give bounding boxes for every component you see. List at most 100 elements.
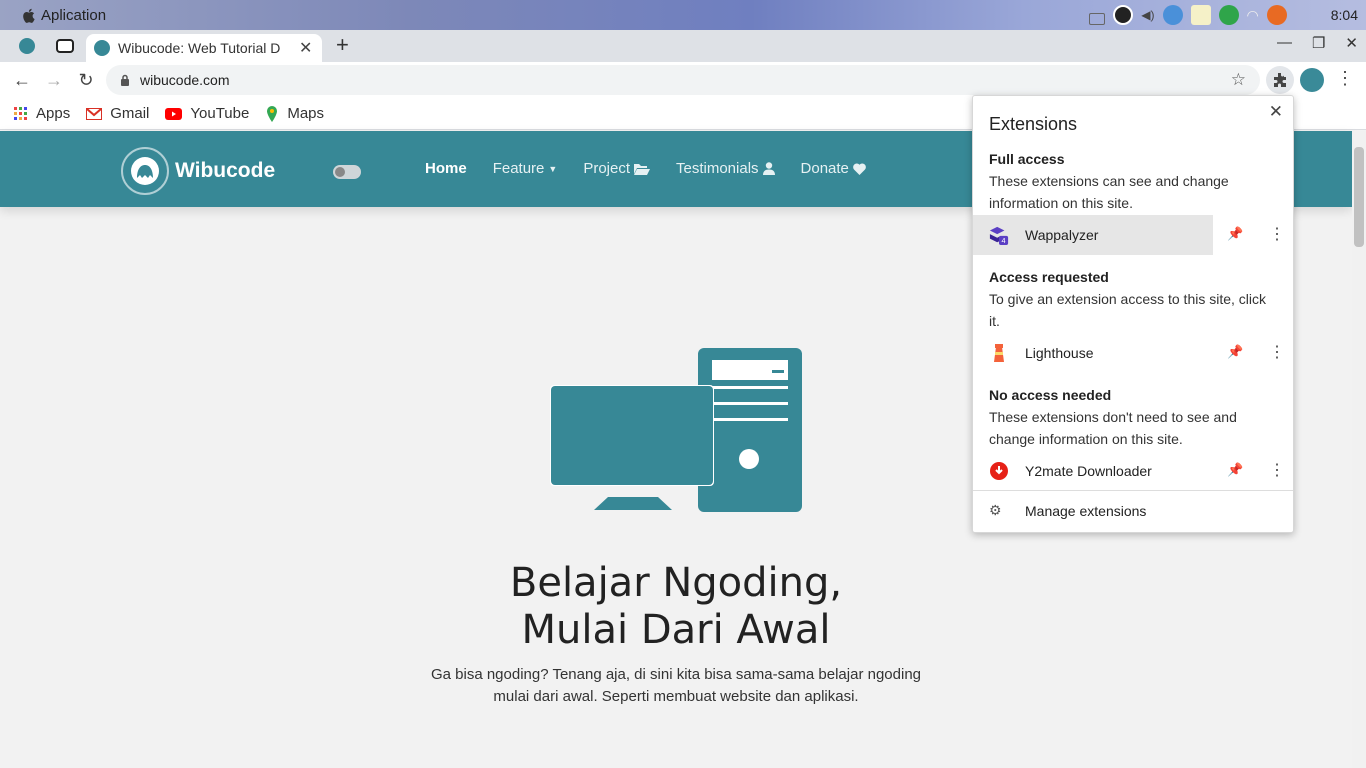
apple-icon [23,8,35,23]
tab-strip: Wibucode: Web Tutorial D ✕ + — ❐ ✕ [0,30,1366,62]
nav-testimonials-label: Testimonials [676,160,759,177]
panda-favicon-icon [56,39,74,53]
site-brand[interactable]: Wibucode [121,147,275,195]
extension-name: Wappalyzer [1025,227,1099,243]
access-requested-desc: To give an extension access to this site… [989,291,1267,329]
extension-row-lighthouse: Lighthouse 📌 ⋮ [973,333,1295,373]
tab-title: Wibucode: Web Tutorial D [118,40,281,56]
extensions-popup: ✕ Extensions Full access These extension… [972,95,1294,533]
bookmark-label: Maps [287,105,325,122]
pin-icon[interactable]: 📌 [1227,226,1243,242]
close-tab-icon[interactable]: ✕ [299,38,312,58]
url-text: wibucode.com [140,72,230,88]
extension-item-lighthouse[interactable]: Lighthouse [973,333,1213,373]
caret-down-icon: ▼ [548,163,558,174]
plus-app-icon[interactable] [1218,5,1239,25]
close-popup-icon[interactable]: ✕ [1269,102,1283,122]
bookmark-label: Apps [36,105,71,122]
youtube-icon [165,107,183,120]
puzzle-icon [1274,73,1286,87]
brand-name: Wibucode [175,159,276,182]
apps-grid-icon [14,106,27,120]
full-access-heading: Full access [989,151,1065,167]
bookmark-label: Gmail [110,105,150,122]
extensions-button[interactable] [1266,66,1294,94]
extension-item-y2mate[interactable]: Y2mate Downloader [973,451,1213,491]
lock-icon [121,74,129,86]
hero-title: Belajar Ngoding, Mulai Dari Awal [0,560,1352,654]
nav-testimonials[interactable]: Testimonials [676,160,775,177]
maximize-icon[interactable]: ❐ [1312,34,1325,52]
wibucode-favicon-icon [94,40,110,56]
extension-name: Lighthouse [1025,345,1094,361]
nav-donate-label: Donate [800,160,849,177]
pin-icon[interactable]: 📌 [1227,462,1243,478]
hero-subtitle-line2: mulai dari awal. Seperti membuat website… [493,688,859,705]
clock[interactable]: 8:04 [1331,7,1358,23]
theme-toggle[interactable] [333,165,361,179]
nav-feature[interactable]: Feature ▼ [493,160,558,177]
wibucode-favicon-icon [19,38,35,54]
lighthouse-icon [989,343,1009,363]
chat-app-icon[interactable] [1162,5,1183,25]
wappalyzer-icon: 4 [989,225,1009,245]
more-options-icon[interactable]: ⋮ [1269,224,1285,244]
back-button[interactable]: ← [10,68,34,92]
scroll-thumb[interactable] [1354,147,1364,247]
os-tray: ◀) ◠ 8:04 [1089,0,1366,30]
new-tab-button[interactable]: + [336,32,349,58]
nav-home[interactable]: Home [425,160,467,177]
address-bar[interactable]: wibucode.com ☆ [106,65,1260,95]
browser-menu-icon[interactable]: ⋮ [1336,68,1354,89]
user-icon [762,162,775,175]
bookmark-gmail[interactable]: Gmail [86,105,149,122]
minimize-icon[interactable]: — [1277,34,1292,52]
more-options-icon[interactable]: ⋮ [1269,460,1285,480]
forward-button[interactable]: → [42,68,66,92]
bookmark-apps[interactable]: Apps [14,105,70,122]
extensions-title: Extensions [989,114,1078,134]
notes-app-icon[interactable] [1190,5,1211,25]
tab-pinned-panda[interactable] [54,35,76,57]
extension-row-y2mate: Y2mate Downloader 📌 ⋮ [973,451,1295,491]
close-window-icon[interactable]: ✕ [1345,34,1358,52]
gear-icon: ⚙ [989,502,1002,518]
heart-icon [853,163,866,175]
reload-button[interactable]: ↻ [74,68,98,92]
ubuntu-icon[interactable] [1266,5,1287,25]
os-app-menu[interactable]: Aplication [22,7,106,24]
bookmark-star-icon[interactable]: ☆ [1231,70,1246,90]
page-scrollbar[interactable] [1352,131,1366,768]
more-options-icon[interactable]: ⋮ [1269,342,1285,362]
pin-icon[interactable]: 📌 [1227,344,1243,360]
folder-open-icon [634,163,650,175]
nav-project[interactable]: Project [583,160,650,177]
screenshot-tool-icon[interactable] [1113,5,1134,25]
manage-extensions-button[interactable]: ⚙ Manage extensions [989,502,1146,519]
bookmark-maps[interactable]: Maps [265,105,324,122]
y2mate-icon [989,461,1009,481]
os-app-name: Aplication [41,7,107,24]
hero-subtitle: Ga bisa ngoding? Tenang aja, di sini kit… [426,664,926,708]
full-access-desc: These extensions can see and change info… [989,173,1229,211]
tab-pinned-wibucode[interactable] [16,35,38,57]
wibucode-logo-icon [121,147,169,195]
nav-donate[interactable]: Donate [801,160,866,177]
site-nav-links: Home Feature ▼ Project Testimonials Donat… [425,160,866,177]
wifi-icon[interactable]: ◠ [1247,7,1259,24]
volume-icon[interactable]: ◀) [1141,8,1154,22]
profile-avatar[interactable] [1300,68,1324,92]
gmail-icon [86,107,103,120]
nav-feature-label: Feature [492,160,545,177]
bookmark-label: YouTube [190,105,250,122]
hero-subtitle-line1: Ga bisa ngoding? Tenang aja, di sini kit… [430,666,922,683]
extension-name: Y2mate Downloader [1025,463,1152,479]
tab-active[interactable]: Wibucode: Web Tutorial D ✕ [86,34,322,62]
access-requested-heading: Access requested [989,269,1109,285]
computer-illustration [550,348,802,512]
extension-item-wappalyzer[interactable]: 4 Wappalyzer [973,215,1213,255]
hero-title-line2: Mulai Dari Awal [521,607,831,653]
bookmark-youtube[interactable]: YouTube [165,105,249,122]
keyboard-icon[interactable] [1089,13,1106,25]
divider [973,490,1293,491]
